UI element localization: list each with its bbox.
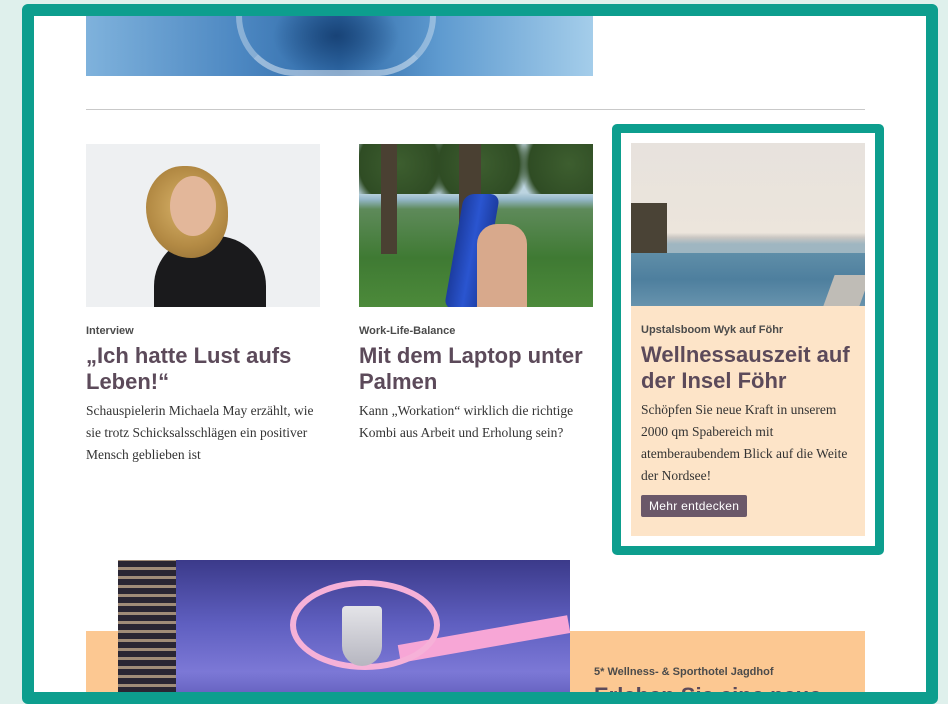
featured-image-pool[interactable] [631,143,865,306]
featured-kicker: Upstalsboom Wyk auf Föhr [641,324,784,336]
bottom-ad-headline[interactable]: Erleben Sie eine neue [594,683,821,692]
image-wall [631,203,667,258]
glass-shape [236,16,436,76]
mehr-entdecken-button[interactable]: Mehr entdecken [641,495,748,517]
bottom-ad-kicker: 5* Wellness- & Sporthotel Jagdhof [594,666,774,678]
bottom-ad-image-spa[interactable] [118,560,570,692]
page-content: Interview „Ich hatte Lust aufs Leben!“ S… [34,16,926,692]
featured-ad-panel: Upstalsboom Wyk auf Föhr Wellnessauszeit… [631,143,865,536]
article-card-interview[interactable]: Interview „Ich hatte Lust aufs Leben!“ S… [86,144,320,466]
section-divider [86,109,865,110]
image-legs [477,224,527,307]
article-kicker: Work-Life-Balance [359,325,456,337]
featured-headline[interactable]: Wellnessauszeit auf der Insel Föhr [631,336,865,394]
article-teaser: Schauspielerin Michaela May erzählt, wie… [86,403,314,462]
article-image-woman-laughing[interactable] [86,144,320,307]
image-foliage-right [509,144,593,194]
article-kicker: Interview [86,325,134,337]
content-frame: Interview „Ich hatte Lust aufs Leben!“ S… [22,4,938,704]
featured-ad-card[interactable]: Upstalsboom Wyk auf Föhr Wellnessauszeit… [612,124,884,555]
featured-teaser: Schöpfen Sie neue Kraft in unserem 2000 … [641,402,848,483]
image-chandelier [342,606,382,666]
article-card-workation[interactable]: Work-Life-Balance Mit dem Laptop unter P… [359,144,593,444]
image-tree-trunk-left [381,144,397,254]
article-headline[interactable]: „Ich hatte Lust aufs Leben!“ [86,343,320,395]
image-column [118,560,176,692]
image-figure-face [170,176,216,236]
article-image-hammock[interactable] [359,144,593,307]
article-teaser: Kann „Workation“ wirklich die richtige K… [359,403,574,440]
article-headline[interactable]: Mit dem Laptop unter Palmen [359,343,593,395]
water-glass-image[interactable] [86,16,593,76]
